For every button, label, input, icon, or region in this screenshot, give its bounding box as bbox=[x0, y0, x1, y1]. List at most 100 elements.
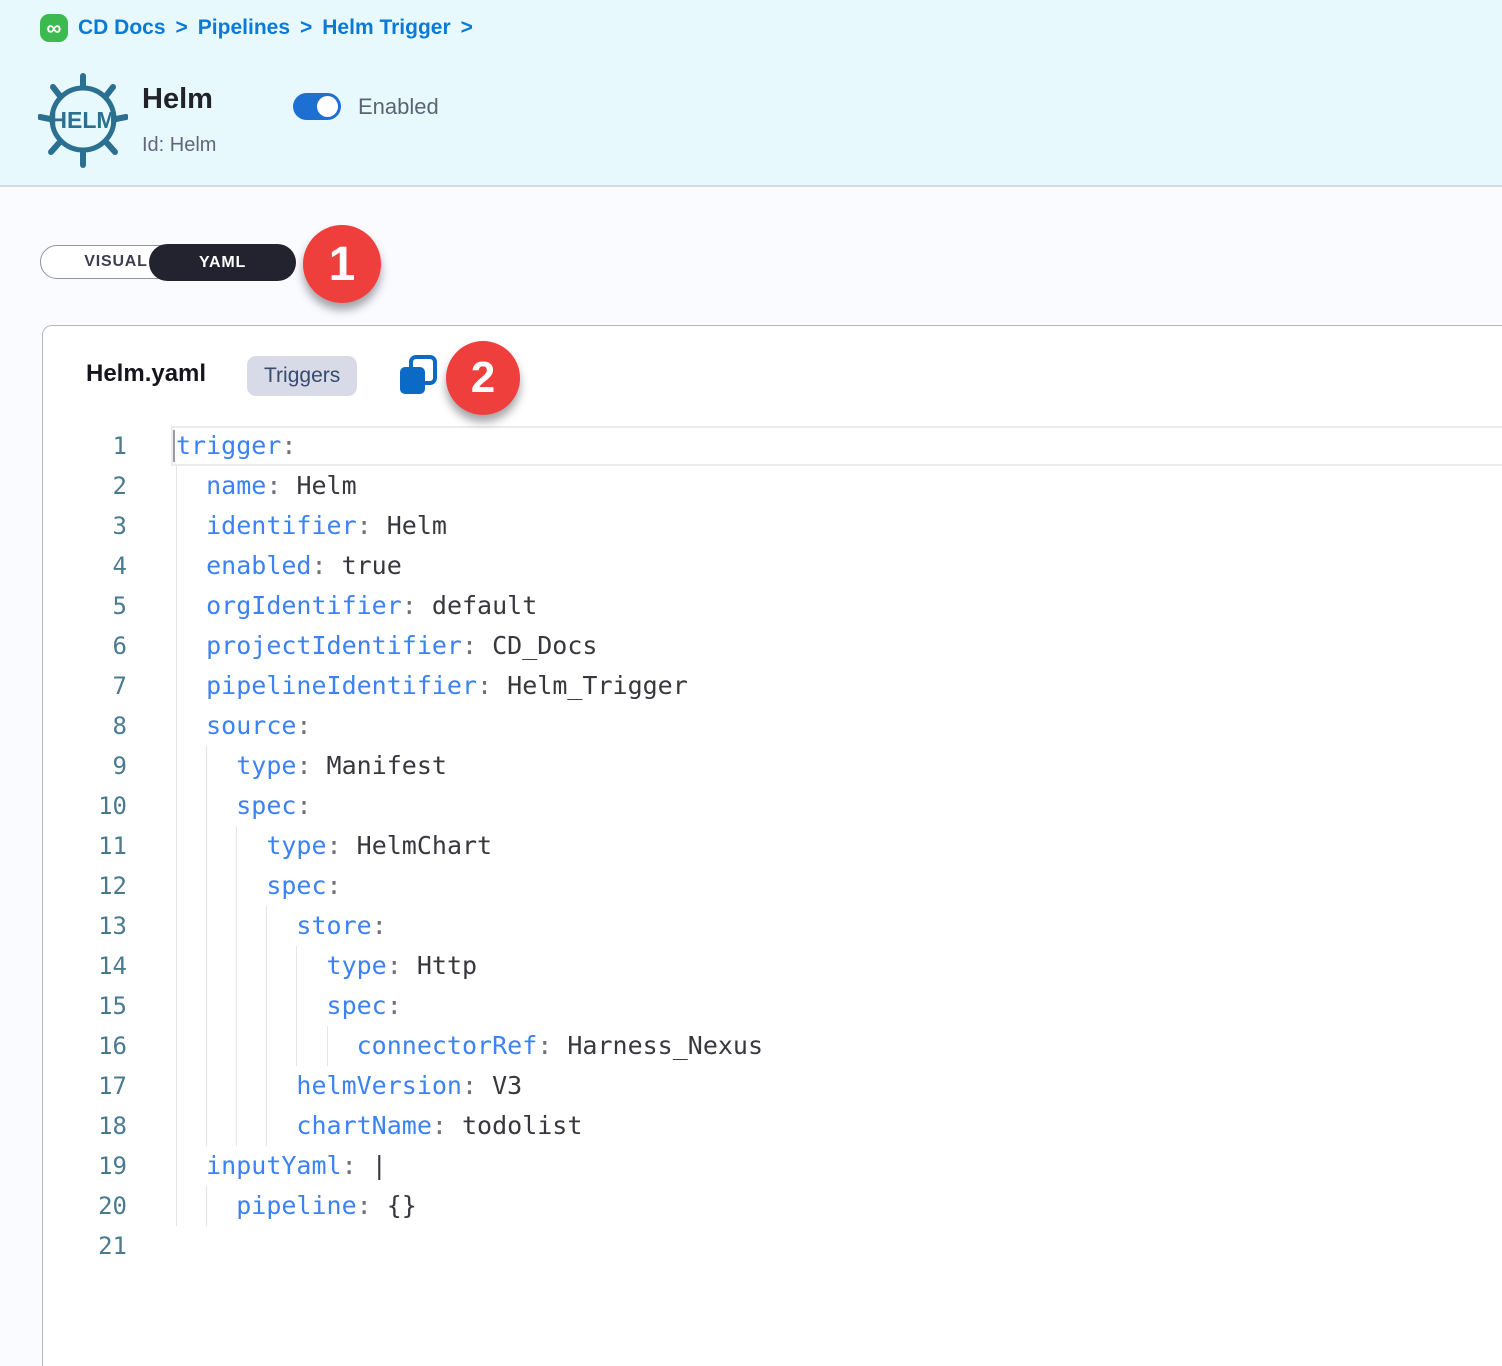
code-line[interactable]: 8 source: bbox=[43, 706, 1502, 746]
line-number: 12 bbox=[43, 872, 176, 900]
indent-guide bbox=[266, 986, 267, 1026]
indent-guide bbox=[176, 786, 177, 826]
indent-guide bbox=[206, 946, 207, 986]
indent-guide bbox=[176, 666, 177, 706]
indent-guide bbox=[296, 986, 297, 1026]
page-title: Helm bbox=[142, 83, 213, 116]
code-line[interactable]: 12 spec: bbox=[43, 866, 1502, 906]
line-number: 2 bbox=[43, 472, 176, 500]
code-line[interactable]: 11 type: HelmChart bbox=[43, 826, 1502, 866]
breadcrumb-pipelines[interactable]: Pipelines bbox=[198, 16, 290, 40]
breadcrumb: ∞ CD Docs > Pipelines > Helm Trigger > bbox=[40, 13, 473, 43]
line-number: 8 bbox=[43, 712, 176, 740]
indent-guide bbox=[296, 1026, 297, 1066]
code-text: pipeline: {} bbox=[176, 1186, 1502, 1226]
indent-guide bbox=[236, 1066, 237, 1106]
code-text: chartName: todolist bbox=[176, 1106, 1502, 1146]
indent-guide bbox=[236, 866, 237, 906]
yaml-file-name: Helm.yaml bbox=[86, 360, 206, 388]
indent-guide bbox=[176, 906, 177, 946]
breadcrumb-separator: > bbox=[176, 16, 188, 40]
breadcrumb-separator: > bbox=[461, 16, 473, 40]
indent-guide bbox=[176, 826, 177, 866]
code-text: type: Http bbox=[176, 946, 1502, 986]
code-text: type: Manifest bbox=[176, 746, 1502, 786]
indent-guide bbox=[236, 1106, 237, 1146]
indent-guide bbox=[296, 946, 297, 986]
enabled-toggle[interactable] bbox=[293, 93, 341, 120]
indent-guide bbox=[206, 906, 207, 946]
line-number: 20 bbox=[43, 1192, 176, 1220]
code-text: identifier: Helm bbox=[176, 506, 1502, 546]
line-number: 15 bbox=[43, 992, 176, 1020]
line-number: 21 bbox=[43, 1232, 176, 1260]
page-header: ∞ CD Docs > Pipelines > Helm Trigger > H… bbox=[0, 0, 1502, 187]
code-line[interactable]: 14 type: Http bbox=[43, 946, 1502, 986]
indent-guide bbox=[176, 1066, 177, 1106]
annotation-step-2: 2 bbox=[446, 341, 520, 415]
indent-guide bbox=[327, 1026, 328, 1066]
indent-guide bbox=[206, 826, 207, 866]
indent-guide bbox=[206, 1106, 207, 1146]
indent-guide bbox=[236, 906, 237, 946]
code-text: connectorRef: Harness_Nexus bbox=[176, 1026, 1502, 1066]
breadcrumb-project[interactable]: CD Docs bbox=[78, 16, 166, 40]
code-line[interactable]: 16 connectorRef: Harness_Nexus bbox=[43, 1026, 1502, 1066]
indent-guide bbox=[176, 1106, 177, 1146]
line-number: 18 bbox=[43, 1112, 176, 1140]
line-number: 14 bbox=[43, 952, 176, 980]
indent-guide bbox=[176, 706, 177, 746]
code-line[interactable]: 10 spec: bbox=[43, 786, 1502, 826]
code-line[interactable]: 5 orgIdentifier: default bbox=[43, 586, 1502, 626]
code-line[interactable]: 2 name: Helm bbox=[43, 466, 1502, 506]
indent-guide bbox=[236, 946, 237, 986]
line-number: 11 bbox=[43, 832, 176, 860]
code-line[interactable]: 13 store: bbox=[43, 906, 1502, 946]
toggle-state-label: Enabled bbox=[358, 94, 439, 120]
code-line[interactable]: 1trigger: bbox=[43, 426, 1502, 466]
indent-guide bbox=[266, 1106, 267, 1146]
indent-guide bbox=[176, 506, 177, 546]
line-number: 6 bbox=[43, 632, 176, 660]
code-text: inputYaml: | bbox=[176, 1146, 1502, 1186]
indent-guide bbox=[266, 946, 267, 986]
code-line[interactable]: 21 bbox=[43, 1226, 1502, 1266]
line-number: 4 bbox=[43, 552, 176, 580]
code-line[interactable]: 20 pipeline: {} bbox=[43, 1186, 1502, 1226]
line-number: 16 bbox=[43, 1032, 176, 1060]
code-line[interactable]: 19 inputYaml: | bbox=[43, 1146, 1502, 1186]
breadcrumb-helm-trigger[interactable]: Helm Trigger bbox=[322, 16, 450, 40]
code-line[interactable]: 4 enabled: true bbox=[43, 546, 1502, 586]
code-text bbox=[176, 1226, 1502, 1266]
code-line[interactable]: 6 projectIdentifier: CD_Docs bbox=[43, 626, 1502, 666]
code-line[interactable]: 3 identifier: Helm bbox=[43, 506, 1502, 546]
indent-guide bbox=[206, 1026, 207, 1066]
indent-guide bbox=[206, 746, 207, 786]
yaml-editor-panel: Helm.yaml Triggers 1trigger:2 name: Helm… bbox=[42, 325, 1502, 1366]
code-line[interactable]: 15 spec: bbox=[43, 986, 1502, 1026]
code-text: pipelineIdentifier: Helm_Trigger bbox=[176, 666, 1502, 706]
code-line[interactable]: 18 chartName: todolist bbox=[43, 1106, 1502, 1146]
indent-guide bbox=[176, 1186, 177, 1226]
code-text: spec: bbox=[176, 866, 1502, 906]
line-number: 19 bbox=[43, 1152, 176, 1180]
text-cursor bbox=[173, 430, 175, 462]
indent-guide bbox=[266, 906, 267, 946]
svg-text:HELM: HELM bbox=[50, 107, 115, 133]
indent-guide bbox=[176, 546, 177, 586]
view-mode-switch: VISUAL YAML bbox=[40, 245, 295, 279]
tab-yaml[interactable]: YAML bbox=[149, 244, 296, 281]
code-line[interactable]: 7 pipelineIdentifier: Helm_Trigger bbox=[43, 666, 1502, 706]
copy-icon[interactable] bbox=[397, 354, 441, 400]
code-text: projectIdentifier: CD_Docs bbox=[176, 626, 1502, 666]
indent-guide bbox=[266, 1066, 267, 1106]
toggle-knob bbox=[317, 96, 338, 117]
line-number: 17 bbox=[43, 1072, 176, 1100]
code-text: name: Helm bbox=[176, 466, 1502, 506]
indent-guide bbox=[206, 866, 207, 906]
indent-guide bbox=[206, 1186, 207, 1226]
code-lines[interactable]: 1trigger:2 name: Helm3 identifier: Helm4… bbox=[43, 426, 1502, 1266]
code-line[interactable]: 9 type: Manifest bbox=[43, 746, 1502, 786]
code-line[interactable]: 17 helmVersion: V3 bbox=[43, 1066, 1502, 1106]
code-text: enabled: true bbox=[176, 546, 1502, 586]
